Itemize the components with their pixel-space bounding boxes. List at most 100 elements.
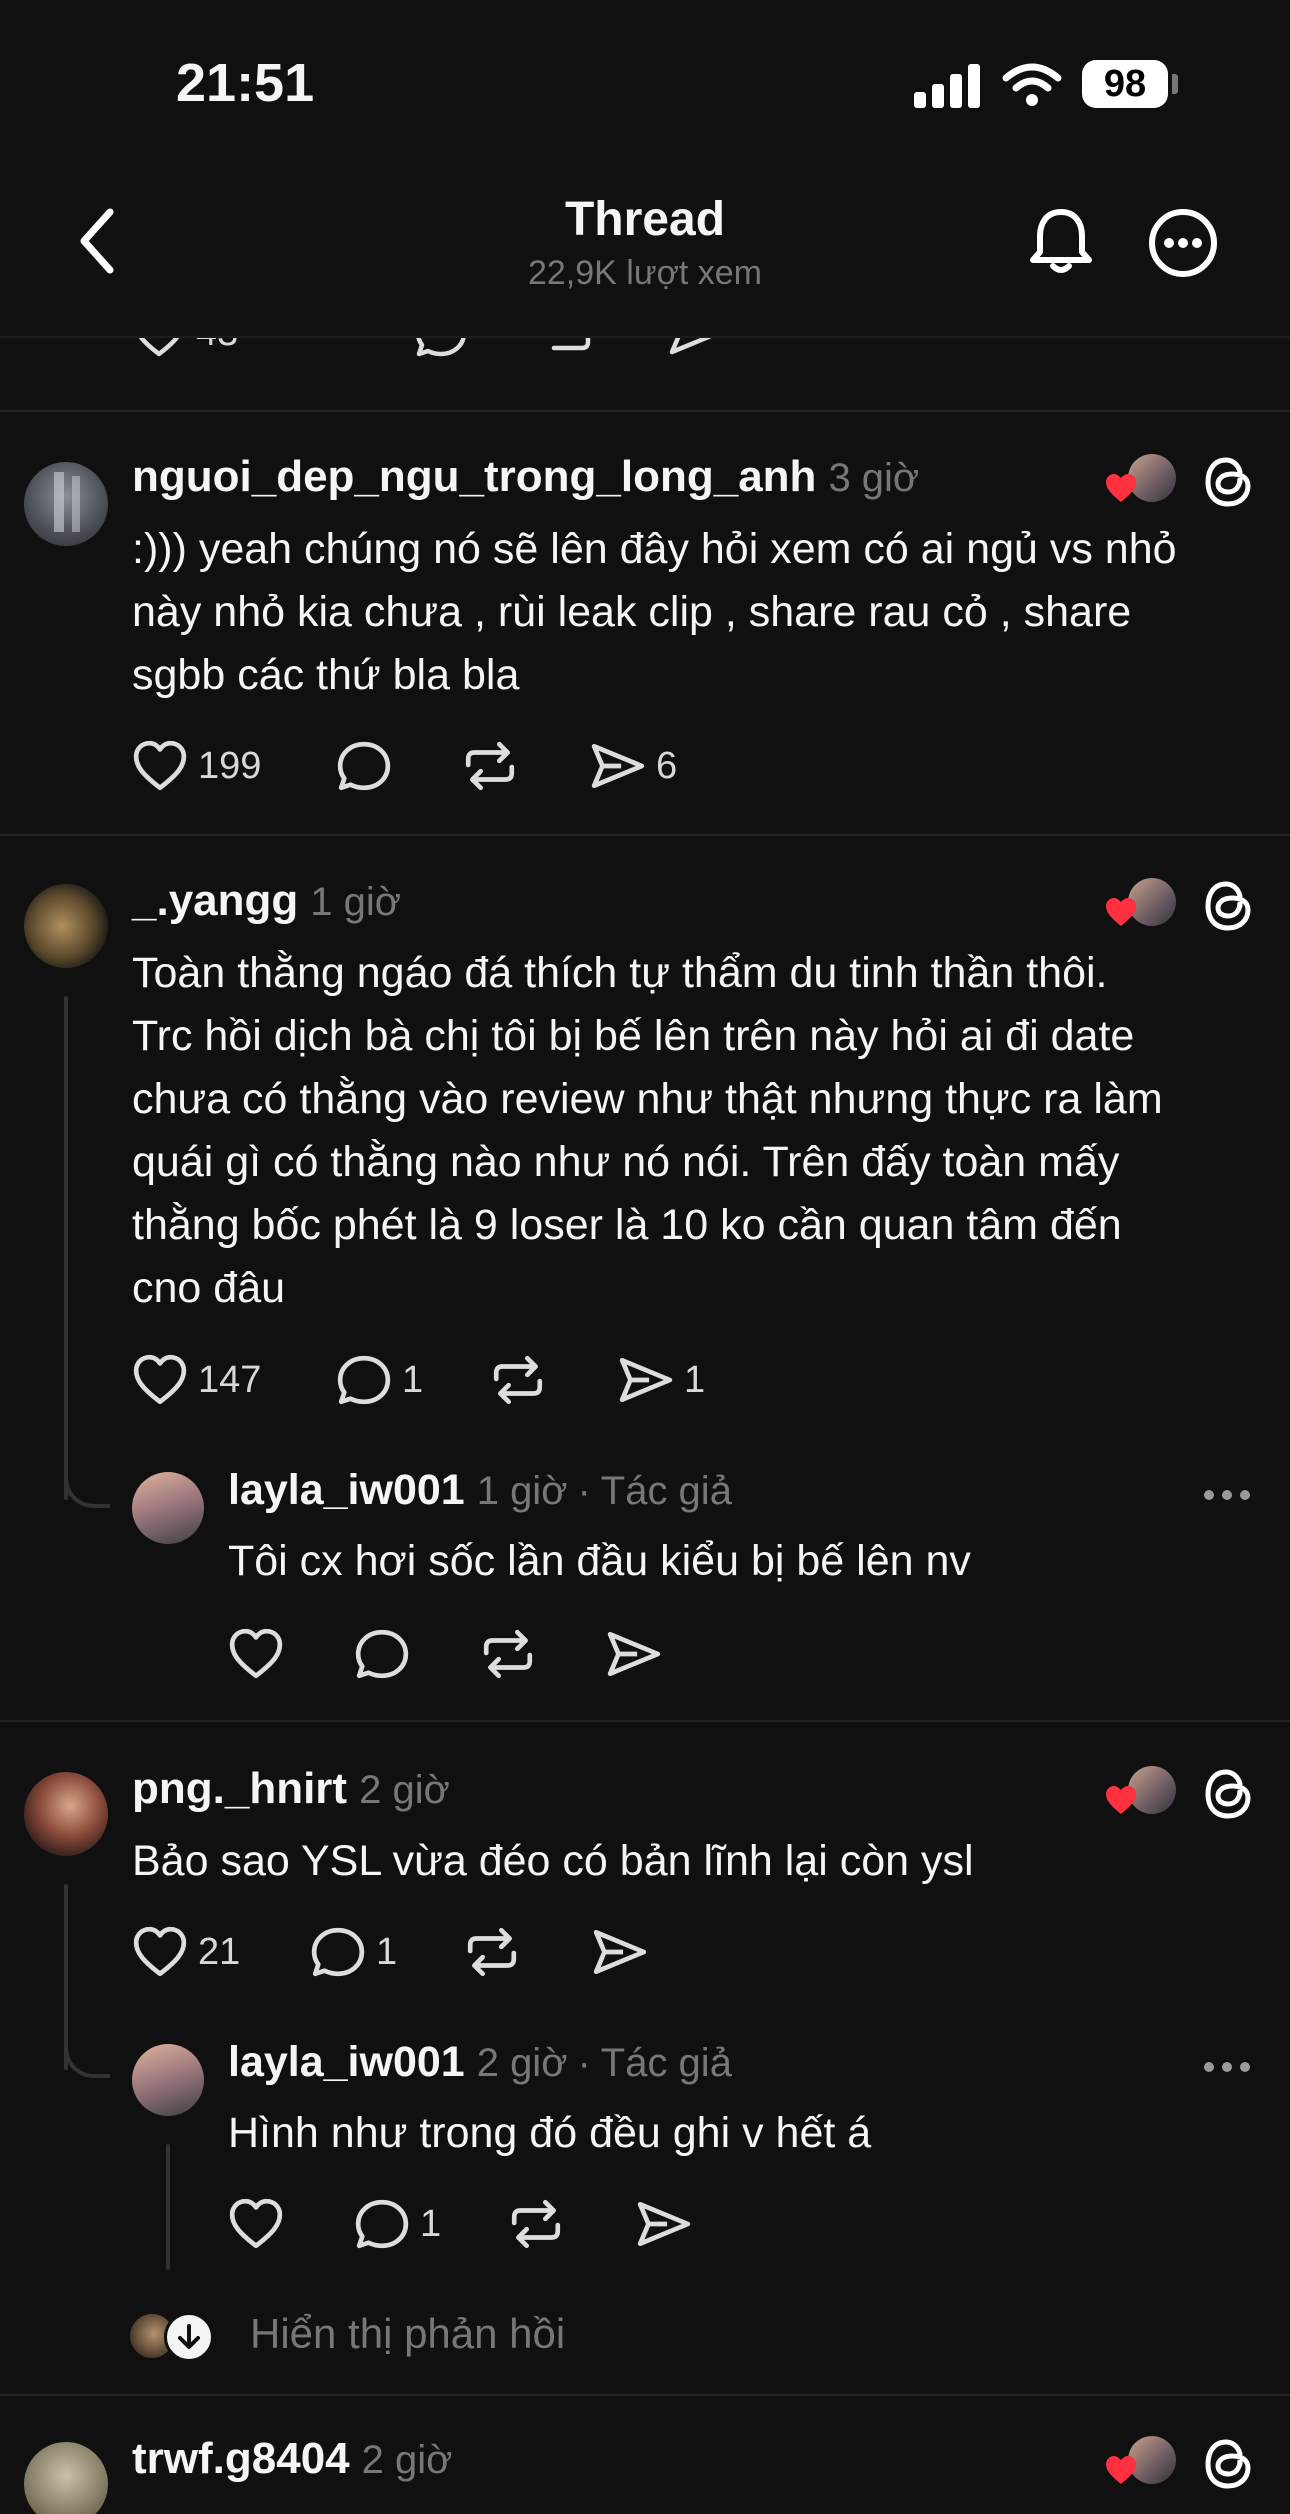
post-header: nguoi_dep_ngu_trong_long_anh 3 giờ [132,452,919,502]
avatar[interactable] [24,462,108,546]
threads-logo-icon[interactable] [1198,1764,1258,1829]
reply-button[interactable]: 1 [354,2198,441,2250]
send-icon [637,2201,691,2247]
reply-count: 1 [420,2202,442,2245]
post-line: cno đâu [132,1264,286,1312]
share-button[interactable] [636,2198,692,2250]
reply-button[interactable]: 1 [310,1926,397,1978]
comment-icon [311,1927,365,1977]
reply-button[interactable] [336,740,392,792]
post-time: 2 giờ [359,1768,450,1812]
post-line: thằng bốc phét là 9 loser là 10 ko cần q… [132,1201,1122,1249]
username[interactable]: trwf.g8404 [132,2434,350,2483]
avatar[interactable] [132,2044,204,2116]
like-button[interactable]: 43 [132,338,238,358]
post-line: :))) yeah chúng nó sẽ lên đây hỏi xem có… [132,525,1177,573]
post-time: 3 giờ [828,456,920,500]
notification-bell-icon[interactable] [1028,206,1094,281]
view-count: 22,9K lượt xem [527,254,763,292]
username[interactable]: png._hnirt [132,1764,347,1813]
send-icon [619,1357,673,1403]
show-replies-link[interactable]: Hiển thị phản hồi [250,2310,565,2358]
avatar[interactable] [24,1772,108,1856]
repost-icon [511,2199,561,2249]
more-options-icon[interactable] [1148,208,1218,283]
thread-connector-curve [64,1460,110,1508]
battery-level: 98 [1103,62,1147,105]
thread-connector [64,996,68,1500]
repost-button[interactable] [462,740,518,792]
more-options-icon[interactable] [1202,2060,1252,2079]
threads-logo-icon[interactable] [1198,876,1258,941]
username[interactable]: nguoi_dep_ngu_trong_long_anh [132,452,816,501]
repost-button[interactable] [464,1926,520,1978]
post-header: _.yangg 1 giờ [132,876,401,926]
avatar[interactable] [24,884,108,968]
send-icon [591,743,645,789]
repost-icon [493,1355,543,1405]
heart-filled-icon [1106,474,1136,502]
post-divider [0,834,1290,836]
share-button[interactable] [592,1926,648,1978]
username[interactable]: _.yangg [132,876,298,925]
more-options-icon[interactable] [1202,1488,1252,1507]
heart-icon [229,1628,283,1679]
share-button[interactable] [668,338,722,358]
share-button[interactable] [606,1628,662,1680]
like-button[interactable]: 199 [132,740,261,792]
comment-icon [337,741,391,791]
show-replies-avatars[interactable] [130,2310,240,2364]
heart-icon [229,2198,283,2249]
repost-button[interactable] [540,338,594,358]
avatar[interactable] [132,1472,204,1544]
post-line: sgbb các thứ bla bla [132,651,520,699]
arrow-down-icon [164,2312,214,2362]
share-count: 1 [684,1358,706,1401]
post-line: Toàn thằng ngáo đá thích tự thẩm du tinh… [132,949,1108,997]
reply-header: layla_iw001 1 giờ · Tác giả [228,1466,732,1515]
threads-logo-icon[interactable] [1198,2434,1258,2499]
repost-icon [483,1629,533,1679]
reply-body: Tôi cx hơi sốc lần đầu kiểu bị bế lên nv [228,1537,971,1585]
like-count: 147 [198,1358,262,1401]
repost-button[interactable] [508,2198,564,2250]
username[interactable]: layla_iw001 [228,1466,465,1514]
cellular-signal-icon [914,62,982,113]
threads-logo-icon[interactable] [1198,452,1258,517]
repost-button[interactable] [490,1354,546,1406]
repost-icon [467,1927,517,1977]
battery-cap [1172,74,1178,94]
separator-dot: · [577,2041,591,2085]
reply-count: 1 [376,1930,398,1973]
partial-post-actions: 43 [0,338,1290,368]
post-divider [0,410,1290,412]
share-button[interactable]: 1 [618,1354,705,1406]
send-icon [607,1631,661,1677]
heart-filled-icon [1106,1786,1136,1814]
like-count: 43 [196,338,238,355]
thread-connector-curve [64,2030,110,2078]
share-button[interactable]: 6 [590,740,677,792]
thread-connector [166,2144,170,2270]
reply-time: 2 giờ [476,2041,568,2085]
like-button[interactable]: 21 [132,1926,240,1978]
reply-button[interactable] [414,338,468,358]
comment-icon [337,1355,391,1405]
like-button[interactable] [228,2198,284,2250]
reply-button[interactable] [354,1628,410,1680]
avatar[interactable] [24,2442,108,2514]
like-button[interactable]: 147 [132,1354,261,1406]
post-divider [0,1720,1290,1722]
post-line: Trc hồi dịch bà chị tôi bị bế lên trên n… [132,1012,1135,1060]
reply-button[interactable]: 1 [336,1354,423,1406]
reply-count: 1 [402,1358,424,1401]
repost-button[interactable] [480,1628,536,1680]
post-divider [0,2394,1290,2396]
post-body: Bảo sao YSL vừa đéo có bản lĩnh lại còn … [132,1837,974,1885]
like-button[interactable] [228,1628,284,1680]
username[interactable]: layla_iw001 [228,2038,465,2086]
like-count: 21 [198,1930,241,1973]
share-count: 6 [656,744,678,787]
heart-icon [133,740,187,791]
comment-icon [355,1629,409,1679]
